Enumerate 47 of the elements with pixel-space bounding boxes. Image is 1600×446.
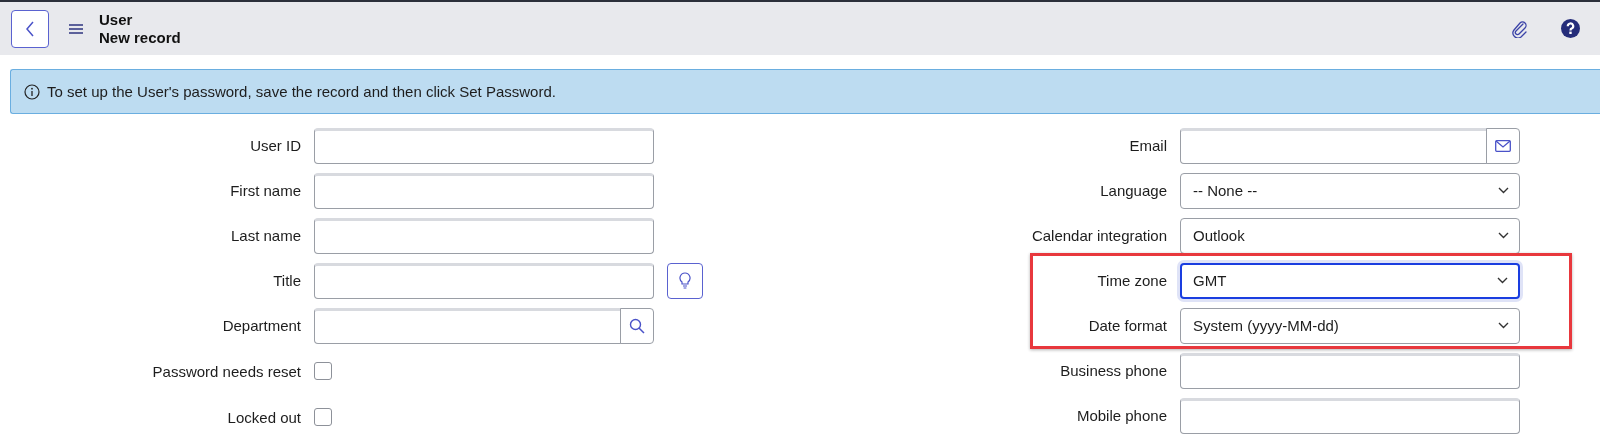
- lookup-field[interactable]: [314, 307, 621, 344]
- help-icon[interactable]: [1561, 19, 1580, 38]
- send-email-button[interactable]: [1486, 127, 1520, 164]
- dropdown[interactable]: -- None --: [1180, 172, 1520, 209]
- field-label: Email: [1128, 137, 1167, 154]
- field-label: Password needs reset: [151, 362, 301, 380]
- lightbulb-icon: [679, 272, 691, 289]
- email-field[interactable]: [1180, 127, 1487, 164]
- field-label: Date format: [1087, 317, 1167, 334]
- chevron-down-icon: [1498, 322, 1509, 329]
- checkbox[interactable]: [314, 408, 332, 426]
- mail-icon: [1495, 139, 1511, 152]
- info-message: To set up the User's password, save the record and then click Set Password.: [47, 83, 556, 100]
- field-label: Locked out: [226, 408, 301, 426]
- field-label: Business phone: [1059, 362, 1167, 379]
- field-label: User ID: [249, 137, 301, 154]
- text-field[interactable]: [1180, 352, 1520, 389]
- field-label: Title: [272, 272, 301, 289]
- text-field[interactable]: [314, 127, 654, 164]
- text-field[interactable]: [1180, 397, 1520, 434]
- text-field[interactable]: [314, 262, 654, 299]
- record-type-title: User: [99, 10, 134, 29]
- field-label: Department: [221, 317, 301, 334]
- dropdown[interactable]: GMT: [1180, 262, 1520, 299]
- menu-icon[interactable]: [69, 23, 83, 34]
- chevron-left-icon: [24, 19, 36, 38]
- info-icon: [24, 83, 40, 100]
- text-field[interactable]: [314, 172, 654, 209]
- chevron-down-icon: [1498, 232, 1509, 239]
- dropdown[interactable]: System (yyyy-MM-dd): [1180, 307, 1520, 344]
- field-label: Time zone: [1096, 272, 1167, 289]
- dropdown[interactable]: Outlook: [1180, 217, 1520, 254]
- back-button[interactable]: [11, 9, 49, 48]
- paperclip-icon[interactable]: [1511, 19, 1529, 38]
- field-label: Calendar integration: [1030, 227, 1167, 244]
- chevron-down-icon: [1498, 187, 1509, 194]
- record-title: New record: [99, 28, 181, 47]
- field-label: Last name: [229, 227, 301, 244]
- field-label: Language: [1099, 182, 1167, 199]
- field-label: Mobile phone: [1075, 407, 1167, 424]
- text-field[interactable]: [314, 217, 654, 254]
- chevron-down-icon: [1497, 277, 1508, 284]
- search-button[interactable]: [620, 307, 654, 344]
- checkbox[interactable]: [314, 362, 332, 380]
- suggestion-button[interactable]: [667, 262, 703, 299]
- search-icon: [629, 317, 645, 334]
- field-label: First name: [229, 182, 301, 199]
